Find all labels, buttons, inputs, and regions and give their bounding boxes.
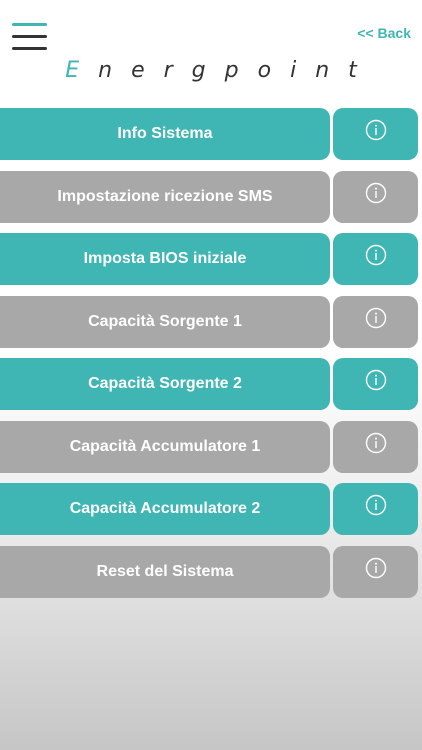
menu-row-sms: Impostazione ricezione SMS: [0, 170, 422, 223]
menu-row-sorgente-2: Capacità Sorgente 2: [0, 358, 422, 410]
info-circle-icon: [365, 182, 386, 203]
info-circle-icon: [365, 432, 386, 453]
reset-sistema-button[interactable]: Reset del Sistema: [0, 545, 330, 598]
info-circle-icon: [365, 244, 386, 266]
info-circle-icon: [365, 307, 386, 328]
logo-letter: r: [163, 58, 173, 83]
menu-list: Info Sistema Impostazione ricezione SMS …: [0, 108, 422, 608]
capacita-accumulatore-1-info-button[interactable]: [333, 420, 418, 473]
menu-row-sorgente-1: Capacità Sorgente 1: [0, 295, 422, 348]
capacita-sorgente-1-info-button[interactable]: [333, 295, 418, 348]
logo-letter: o: [257, 58, 272, 83]
info-circle-icon: [365, 369, 386, 391]
logo-letter: E: [65, 58, 80, 83]
capacita-accumulatore-1-button[interactable]: Capacità Accumulatore 1: [0, 420, 330, 473]
capacita-accumulatore-2-button[interactable]: Capacità Accumulatore 2: [0, 483, 330, 535]
capacita-sorgente-2-button[interactable]: Capacità Sorgente 2: [0, 358, 330, 410]
menu-bar-middle: [12, 35, 47, 38]
logo-letter: g: [191, 58, 206, 83]
imposta-bios-info-button[interactable]: [333, 233, 418, 285]
info-sistema-button[interactable]: Info Sistema: [0, 108, 330, 160]
info-circle-icon: [365, 119, 386, 141]
menu-row-reset: Reset del Sistema: [0, 545, 422, 598]
logo-letter: n: [98, 58, 113, 83]
capacita-accumulatore-2-info-button[interactable]: [333, 483, 418, 535]
reset-sistema-info-button[interactable]: [333, 545, 418, 598]
logo-letter: i: [290, 58, 297, 83]
menu-row-bios: Imposta BIOS iniziale: [0, 233, 422, 285]
logo-letter: e: [131, 58, 145, 83]
impostazione-sms-button[interactable]: Impostazione ricezione SMS: [0, 170, 330, 223]
logo-letter: n: [315, 58, 330, 83]
logo-letter: p: [224, 58, 239, 83]
menu-row-accumulatore-2: Capacità Accumulatore 2: [0, 483, 422, 535]
hamburger-menu-icon[interactable]: [12, 23, 48, 53]
back-link[interactable]: << Back: [357, 25, 411, 41]
menu-bar-top: [12, 23, 47, 26]
menu-row-accumulatore-1: Capacità Accumulatore 1: [0, 420, 422, 473]
info-circle-icon: [365, 557, 386, 578]
capacita-sorgente-2-info-button[interactable]: [333, 358, 418, 410]
impostazione-sms-info-button[interactable]: [333, 170, 418, 223]
menu-bar-bottom: [12, 47, 47, 50]
info-circle-icon: [365, 494, 386, 516]
imposta-bios-button[interactable]: Imposta BIOS iniziale: [0, 233, 330, 285]
app-logo: E n e r g p o i n t: [0, 58, 422, 88]
menu-row-info-sistema: Info Sistema: [0, 108, 422, 160]
logo-letter: t: [348, 58, 357, 83]
info-sistema-info-button[interactable]: [333, 108, 418, 160]
capacita-sorgente-1-button[interactable]: Capacità Sorgente 1: [0, 295, 330, 348]
